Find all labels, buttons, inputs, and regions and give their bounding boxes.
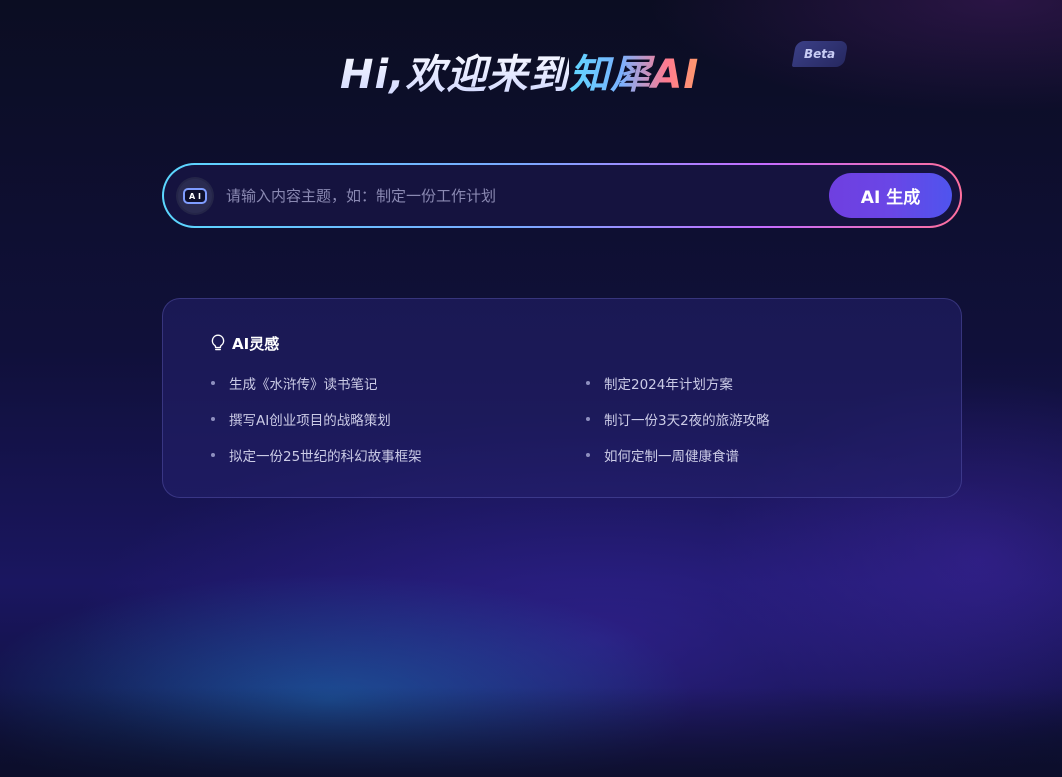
inspiration-item-label: 撰写AI创业项目的战略策划 [229,413,391,429]
bullet-icon [586,453,590,457]
inspiration-item[interactable]: 撰写AI创业项目的战略策划 [211,409,391,429]
welcome-title: Hi,欢迎来到 知犀AI [340,44,699,98]
ai-inspiration-header: AI灵感 [210,332,279,354]
inspiration-item[interactable]: 制定2024年计划方案 [586,373,733,393]
inspiration-item[interactable]: 如何定制一周健康食谱 [586,445,739,465]
ai-bot-icon: A I [178,179,212,213]
inspiration-item-label: 如何定制一周健康食谱 [604,449,739,465]
brand-name: 知犀AI [569,42,699,100]
welcome-title-main: Hi,欢迎来到 [340,42,569,100]
search-box: A I AI 生成 [162,163,962,228]
bullet-icon [211,381,215,385]
topic-input[interactable] [226,181,816,211]
bullet-icon [586,381,590,385]
ai-inspiration-card: AI灵感 生成《水浒传》读书笔记 撰写AI创业项目的战略策划 拟定一份25世纪的… [162,298,962,498]
ai-inspiration-title: AI灵感 [232,334,280,353]
beta-badge: Beta [791,41,849,67]
inspiration-item-label: 制订一份3天2夜的旅游攻略 [604,413,770,429]
bullet-icon [211,453,215,457]
ai-bot-face: A I [183,188,207,204]
inspiration-item-label: 制定2024年计划方案 [604,377,733,393]
inspiration-item-label: 生成《水浒传》读书笔记 [229,377,378,393]
inspiration-item-label: 拟定一份25世纪的科幻故事框架 [229,449,422,465]
inspiration-item[interactable]: 拟定一份25世纪的科幻故事框架 [211,445,422,465]
inspiration-item[interactable]: 制订一份3天2夜的旅游攻略 [586,409,770,429]
inspiration-item[interactable]: 生成《水浒传》读书笔记 [211,373,378,393]
bullet-icon [211,417,215,421]
lightbulb-icon [211,334,225,351]
bullet-icon [586,417,590,421]
search-box-inner: A I AI 生成 [164,165,960,226]
ai-generate-button[interactable]: AI 生成 [829,173,952,218]
beta-badge-label: Beta [804,47,836,61]
